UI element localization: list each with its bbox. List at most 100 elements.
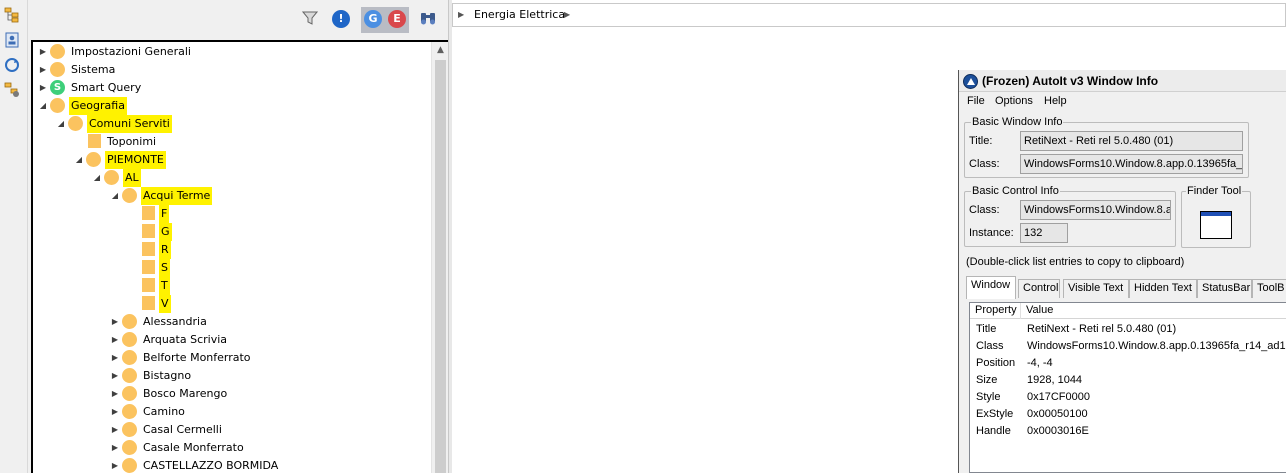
collapse-arrow-icon[interactable]: ◢ bbox=[92, 169, 102, 187]
tab-window[interactable]: Window bbox=[966, 276, 1016, 299]
finder-window-icon[interactable] bbox=[1200, 211, 1232, 239]
column-value[interactable]: Value bbox=[1021, 303, 1286, 319]
expand-arrow-icon[interactable]: ▶ bbox=[110, 367, 120, 385]
node-circle-icon bbox=[50, 98, 65, 113]
tree-node-label: Comuni Serviti bbox=[87, 115, 172, 133]
menu-options[interactable]: Options bbox=[995, 95, 1033, 107]
node-circle-icon bbox=[122, 332, 137, 347]
control-class-label: Class: bbox=[969, 204, 1000, 216]
tree-node-label: Acqui Terme bbox=[141, 187, 213, 205]
tree-settings-icon[interactable] bbox=[4, 82, 20, 98]
tree-node-label: Bosco Marengo bbox=[143, 387, 228, 400]
property-value: 0x17CF0000 bbox=[1027, 391, 1090, 403]
info-button[interactable]: ! bbox=[332, 10, 350, 28]
tree-node-label: Bistagno bbox=[143, 369, 192, 382]
node-circle-icon bbox=[50, 44, 65, 59]
binoculars-icon[interactable] bbox=[419, 10, 437, 26]
node-circle-icon bbox=[104, 170, 119, 185]
class-field[interactable]: WindowsForms10.Window.8.app.0.13965fa_r bbox=[1020, 154, 1243, 174]
expand-arrow-icon[interactable]: ▶ bbox=[110, 457, 120, 473]
control-class-field[interactable]: WindowsForms10.Window.8.a bbox=[1020, 200, 1171, 220]
property-key: Position bbox=[976, 357, 1016, 369]
refresh-icon[interactable] bbox=[4, 57, 20, 73]
property-row[interactable]: Handle 0x0003016E bbox=[970, 423, 1286, 440]
tree-node-label: Belforte Monferrato bbox=[143, 351, 251, 364]
g-button[interactable]: G bbox=[364, 10, 382, 28]
expand-arrow-icon[interactable]: ▶ bbox=[110, 421, 120, 439]
filter-icon[interactable] bbox=[302, 10, 318, 26]
collapse-arrow-icon[interactable]: ◢ bbox=[56, 115, 66, 133]
tab-toolbar[interactable]: ToolB bbox=[1252, 279, 1286, 298]
title-field[interactable]: RetiNext - Reti rel 5.0.480 (01) bbox=[1020, 131, 1243, 151]
e-button[interactable]: E bbox=[388, 10, 406, 28]
expand-arrow-icon[interactable]: ▶ bbox=[110, 385, 120, 403]
tab-hidden-text[interactable]: Hidden Text bbox=[1129, 279, 1197, 298]
node-circle-icon bbox=[122, 386, 137, 401]
tree-view[interactable]: ▶ Impostazioni Generali ▶ Sistema ▶ S Smart Qu… bbox=[31, 40, 448, 473]
property-row[interactable]: Class WindowsForms10.Window.8.app.0.13965… bbox=[970, 338, 1286, 355]
tree-node-label: Impostazioni Generali bbox=[71, 45, 191, 58]
breadcrumb-item[interactable]: Energia Elettrica bbox=[474, 4, 565, 26]
folder-square-icon bbox=[142, 206, 155, 220]
collapse-arrow-icon[interactable]: ◢ bbox=[74, 151, 84, 169]
autoit-logo-icon bbox=[963, 74, 978, 89]
tab-statusbar[interactable]: StatusBar bbox=[1197, 279, 1252, 298]
expand-arrow-icon[interactable]: ▶ bbox=[110, 331, 120, 349]
node-circle-icon bbox=[122, 314, 137, 329]
property-row[interactable]: Style 0x17CF0000 bbox=[970, 389, 1286, 406]
property-row[interactable]: Title RetiNext - Reti rel 5.0.480 (01) bbox=[970, 321, 1286, 338]
property-value: 1928, 1044 bbox=[1027, 374, 1083, 386]
property-row[interactable]: ExStyle 0x00050100 bbox=[970, 406, 1286, 423]
property-row[interactable]: Size 1928, 1044 bbox=[970, 372, 1286, 389]
expand-arrow-icon[interactable]: ▶ bbox=[38, 43, 48, 61]
basic-window-info-group: Basic Window Info Title: RetiNext - Reti… bbox=[964, 116, 1249, 178]
column-property[interactable]: Property bbox=[970, 303, 1021, 319]
breadcrumb-next-arrow-icon[interactable]: ▶ bbox=[564, 4, 570, 26]
properties-list[interactable]: Property Value Title RetiNext - Reti rel … bbox=[969, 302, 1286, 473]
tab-visible-text[interactable]: Visible Text bbox=[1063, 279, 1129, 298]
property-key: ExStyle bbox=[976, 408, 1014, 420]
tree-panel: ! G E ▶ Impostazioni Generali ▶ Sistema ▶ S Sm… bbox=[28, 0, 448, 473]
breadcrumb-root-arrow-icon[interactable]: ▶ bbox=[458, 4, 464, 26]
tree-node-label: Smart Query bbox=[71, 81, 142, 94]
property-key: Size bbox=[976, 374, 998, 386]
tree-scrollbar[interactable]: ▲ bbox=[431, 42, 448, 473]
contact-card-icon[interactable] bbox=[4, 32, 20, 48]
property-row[interactable]: Position -4, -4 bbox=[970, 355, 1286, 372]
scrollbar-thumb[interactable] bbox=[435, 60, 446, 473]
tree-icon[interactable] bbox=[4, 7, 20, 23]
tree-node-label: CASTELLAZZO BORMIDA bbox=[143, 459, 279, 472]
instance-label: Instance: bbox=[969, 227, 1014, 239]
class-label: Class: bbox=[969, 158, 1000, 170]
expand-arrow-icon[interactable]: ▶ bbox=[110, 313, 120, 331]
tree-toolbar: ! G E bbox=[28, 0, 448, 40]
expand-arrow-icon[interactable]: ▶ bbox=[110, 439, 120, 457]
tree-node-label: R bbox=[159, 241, 171, 259]
property-key: Handle bbox=[976, 425, 1011, 437]
tree-node-label: AL bbox=[123, 169, 141, 187]
scroll-up-icon[interactable]: ▲ bbox=[432, 42, 448, 59]
basic-window-info-legend: Basic Window Info bbox=[971, 116, 1064, 128]
collapse-arrow-icon[interactable]: ◢ bbox=[110, 187, 120, 205]
tab-control[interactable]: Control bbox=[1018, 279, 1060, 298]
expand-arrow-icon[interactable]: ▶ bbox=[38, 61, 48, 79]
expand-arrow-icon[interactable]: ▶ bbox=[38, 79, 48, 97]
collapse-arrow-icon[interactable]: ◢ bbox=[38, 97, 48, 115]
property-value: 0x0003016E bbox=[1027, 425, 1089, 437]
menu-file[interactable]: File bbox=[967, 95, 985, 107]
menu-help[interactable]: Help bbox=[1044, 95, 1067, 107]
autoit-menu-bar: File Options Help bbox=[959, 93, 1286, 111]
expand-arrow-icon[interactable]: ▶ bbox=[110, 349, 120, 367]
node-circle-icon bbox=[122, 422, 137, 437]
properties-header: Property Value bbox=[970, 303, 1286, 319]
tree-node-label: S bbox=[159, 259, 170, 277]
node-circle-icon bbox=[122, 350, 137, 365]
property-value: -4, -4 bbox=[1027, 357, 1053, 369]
autoit-title: (Frozen) AutoIt v3 Window Info bbox=[982, 74, 1159, 88]
instance-field[interactable]: 132 bbox=[1020, 223, 1068, 243]
tree-node-label: F bbox=[159, 205, 170, 223]
folder-square-icon bbox=[142, 278, 155, 292]
expand-arrow-icon[interactable]: ▶ bbox=[110, 403, 120, 421]
folder-square-icon bbox=[142, 260, 155, 274]
node-circle-icon bbox=[86, 152, 101, 167]
